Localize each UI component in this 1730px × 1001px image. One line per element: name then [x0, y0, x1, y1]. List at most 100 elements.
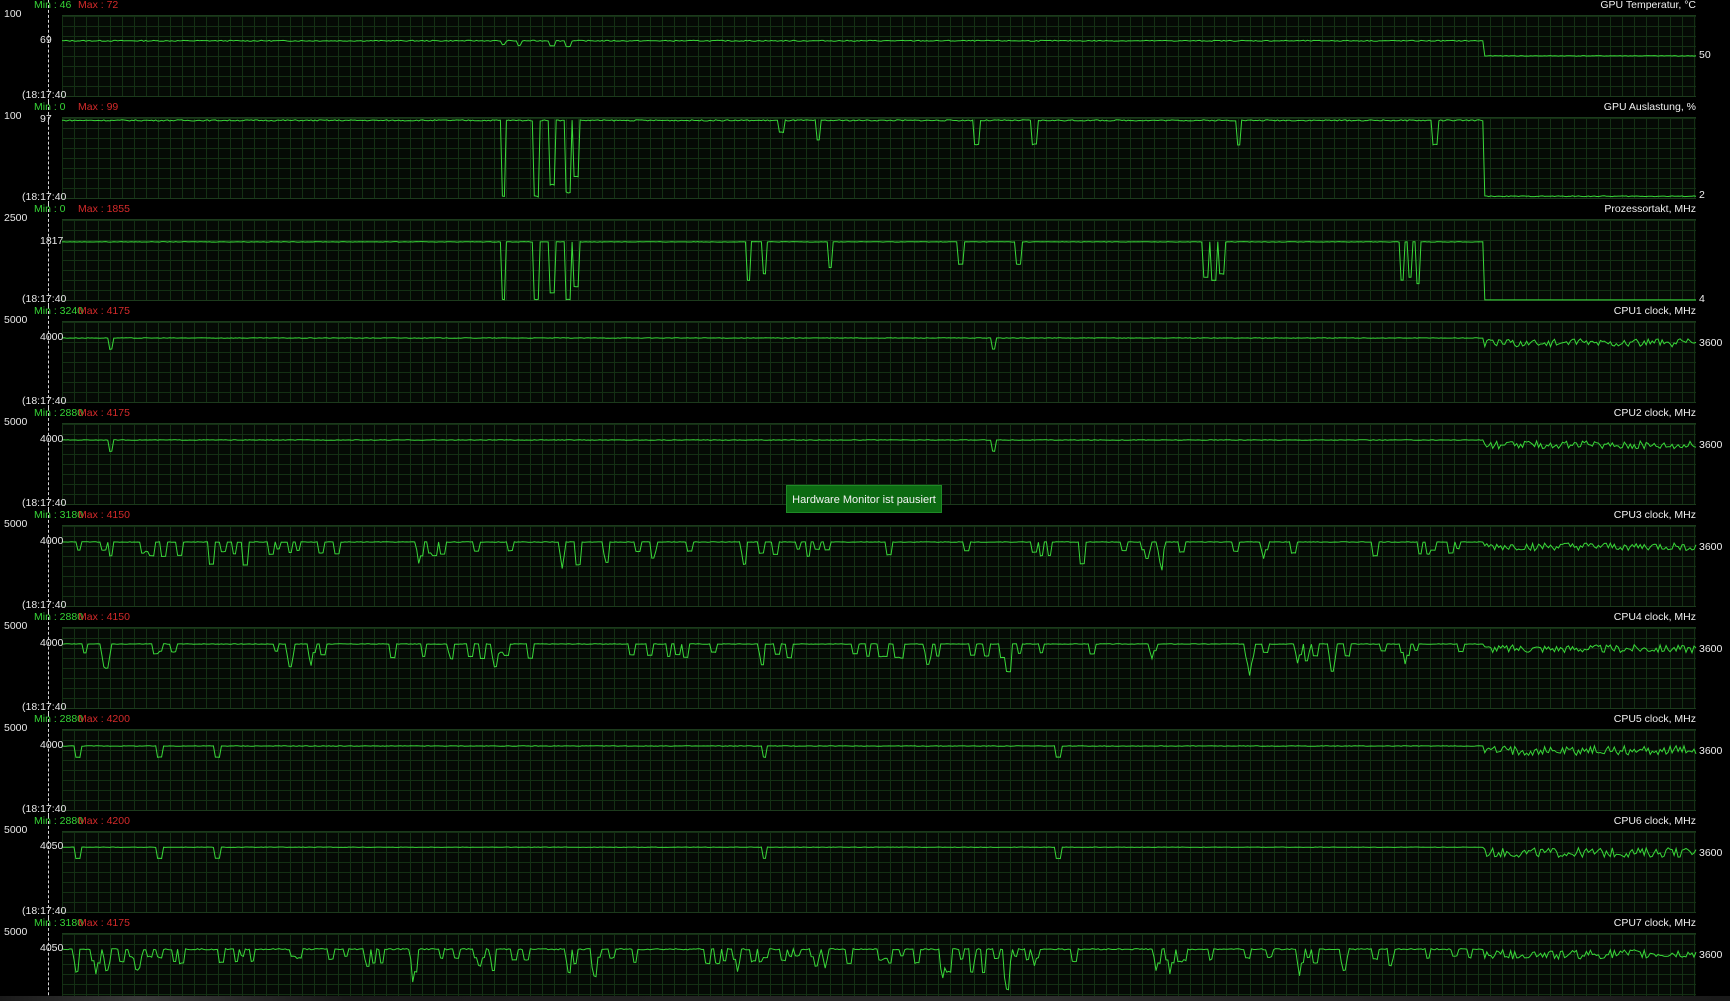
cursor-value-label: 4050 [40, 942, 64, 955]
graph-area[interactable] [62, 15, 1696, 97]
graph-panel[interactable]: 100 Min : 0 Max : 99 GPU Auslastung, % 9… [0, 101, 1730, 204]
graph-trace [62, 220, 1696, 300]
scale-max-label: 5000 [4, 722, 28, 734]
time-cursor[interactable] [48, 408, 49, 510]
timestamp-label: (18:17:40 [22, 293, 67, 305]
graph-panel[interactable]: 5000 Min : 2880 Max : 4200 CPU6 clock, M… [0, 815, 1730, 918]
min-value-label: Min : 3180 [34, 509, 84, 521]
cursor-value-label: 4050 [40, 840, 64, 853]
max-value-label: Max : 4150 [78, 509, 130, 521]
timestamp-label: (18:17:40 [22, 89, 67, 101]
graph-title: CPU5 clock, MHz [1613, 713, 1696, 725]
cursor-value-label: 4000 [40, 331, 64, 343]
current-value-label: 3600 [1699, 847, 1723, 860]
graph-area[interactable] [62, 117, 1696, 199]
timestamp-label: (18:17:40 [22, 497, 67, 509]
graph-title: CPU1 clock, MHz [1613, 305, 1696, 317]
timestamp-label: (18:17:40 [22, 191, 67, 203]
graph-area[interactable] [62, 525, 1696, 607]
series-line [62, 40, 1696, 56]
timestamp-label: (18:17:40 [22, 905, 67, 917]
max-value-label: Max : 72 [78, 0, 119, 11]
min-value-label: Min : 2880 [34, 815, 84, 827]
hardware-monitor-window: 100 Min : 46 Max : 72 GPU Temperatur, °C… [0, 0, 1730, 1001]
current-value-label: 3600 [1699, 541, 1723, 554]
current-value-label: 3600 [1699, 439, 1723, 452]
graph-panel[interactable]: 5000 Min : 2880 Max : 4200 CPU5 clock, M… [0, 713, 1730, 816]
series-line [62, 949, 1696, 990]
bottom-scrollbar[interactable] [0, 996, 1730, 1001]
max-value-label: Max : 4175 [78, 917, 130, 929]
time-cursor[interactable] [48, 510, 49, 612]
series-line [62, 746, 1696, 758]
graph-trace [62, 934, 1696, 1001]
graph-panel[interactable]: 100 Min : 46 Max : 72 GPU Temperatur, °C… [0, 0, 1730, 102]
min-value-label: Min : 0 [34, 101, 66, 113]
cursor-value-label: 69 [40, 33, 52, 46]
timestamp-label: (18:17:40 [22, 395, 67, 407]
graph-trace [62, 526, 1696, 606]
time-cursor[interactable] [48, 714, 49, 816]
graph-trace [62, 832, 1696, 912]
max-value-label: Max : 1855 [78, 203, 130, 215]
current-value-label: 50 [1699, 49, 1711, 61]
graph-area[interactable] [62, 831, 1696, 913]
graph-title: CPU7 clock, MHz [1613, 917, 1696, 929]
max-value-label: Max : 4150 [78, 611, 130, 623]
cursor-value-label: 4000 [40, 433, 64, 445]
current-value-label: 3600 [1699, 745, 1723, 758]
scale-max-label: 5000 [4, 824, 28, 836]
timestamp-label: (18:17:40 [22, 803, 67, 815]
min-value-label: Min : 46 [34, 0, 72, 11]
cursor-value-label: 4000 [40, 535, 64, 547]
max-value-label: Max : 4175 [78, 305, 130, 317]
time-cursor[interactable] [48, 306, 49, 408]
min-value-label: Min : 3180 [34, 917, 84, 929]
time-cursor[interactable] [48, 918, 49, 1001]
graph-title: GPU Auslastung, % [1603, 101, 1696, 113]
graph-panel[interactable]: 2500 Min : 0 Max : 1855 Prozessortakt, M… [0, 203, 1730, 306]
min-value-label: Min : 2880 [34, 407, 84, 419]
graph-trace [62, 628, 1696, 708]
graph-area[interactable] [62, 219, 1696, 301]
graph-panel[interactable]: 5000 Min : 3180 Max : 4175 CPU7 clock, M… [0, 917, 1730, 1001]
time-cursor[interactable] [48, 204, 49, 306]
series-line [62, 242, 1696, 300]
max-value-label: Max : 99 [78, 101, 119, 113]
cursor-value-label: 4000 [40, 637, 64, 649]
graph-trace [62, 730, 1696, 810]
timestamp-label: (18:17:40 [22, 701, 67, 713]
series-line [62, 120, 1696, 197]
min-value-label: Min : 0 [34, 203, 66, 215]
min-value-label: Min : 2880 [34, 713, 84, 725]
scale-max-label: 5000 [4, 926, 28, 938]
cursor-value-label: 4000 [40, 739, 64, 751]
series-line [62, 338, 1696, 350]
graph-title: CPU2 clock, MHz [1613, 407, 1696, 419]
graph-area[interactable] [62, 933, 1696, 1001]
graph-area[interactable] [62, 321, 1696, 403]
graph-trace [62, 118, 1696, 198]
graph-panel[interactable]: 5000 Min : 2880 Max : 4150 CPU4 clock, M… [0, 611, 1730, 714]
cursor-value-label: 1817 [40, 234, 64, 247]
cursor-value-label: 97 [40, 113, 52, 126]
graph-area[interactable] [62, 729, 1696, 811]
graph-trace [62, 322, 1696, 402]
graph-trace [62, 16, 1696, 96]
max-value-label: Max : 4200 [78, 713, 130, 725]
series-line [62, 542, 1696, 571]
graph-area[interactable] [62, 627, 1696, 709]
graph-panel[interactable]: 5000 Min : 3180 Max : 4150 CPU3 clock, M… [0, 509, 1730, 612]
paused-status-banner: Hardware Monitor ist pausiert [786, 485, 942, 513]
max-value-label: Max : 4200 [78, 815, 130, 827]
current-value-label: 3600 [1699, 643, 1723, 656]
time-cursor[interactable] [48, 612, 49, 714]
current-value-label: 3600 [1699, 337, 1723, 350]
time-cursor[interactable] [48, 0, 49, 102]
timestamp-label: (18:17:40 [22, 599, 67, 611]
scale-max-label: 5000 [4, 416, 28, 428]
graph-panel[interactable]: 5000 Min : 3240 Max : 4175 CPU1 clock, M… [0, 305, 1730, 408]
time-cursor[interactable] [48, 816, 49, 918]
graph-title: CPU4 clock, MHz [1613, 611, 1696, 623]
series-line [62, 440, 1696, 452]
